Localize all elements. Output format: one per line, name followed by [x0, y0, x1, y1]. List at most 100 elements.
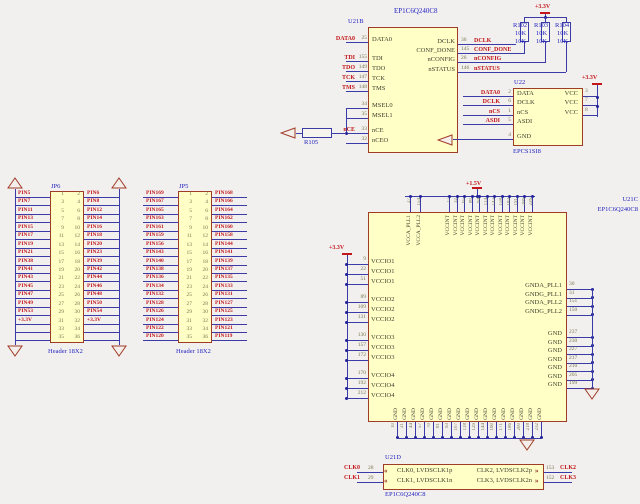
- wire: [545, 42, 546, 63]
- net-label: TDI: [344, 55, 355, 61]
- pin-number: 80: [469, 198, 474, 203]
- pin-number: 8: [196, 217, 208, 223]
- pin-number: 3: [585, 89, 588, 95]
- net-label: PIN140: [146, 259, 164, 265]
- net-label: PIN131: [215, 292, 233, 298]
- pin-stub: 158: [499, 196, 507, 212]
- wire: [296, 133, 302, 134]
- pin-number: 1: [508, 109, 511, 115]
- pin-name: GND: [548, 382, 562, 389]
- pin-number: 172: [358, 353, 366, 359]
- pin-name: VCCINT: [484, 215, 490, 235]
- wire: [347, 398, 368, 399]
- u21b-part-label: EP1C6Q240C8: [394, 8, 438, 15]
- net-label: PIN143: [146, 250, 164, 256]
- pin-name: GND: [538, 408, 544, 420]
- r105-ref-label: R105: [304, 140, 318, 147]
- pin-name: VCC: [565, 100, 578, 107]
- pin-number: 51: [361, 277, 367, 283]
- pin-name: GND: [430, 408, 436, 420]
- pin-name: GND: [412, 408, 418, 420]
- pin-name: GND: [548, 331, 562, 338]
- pin-number: 16: [196, 251, 208, 257]
- wire: [143, 340, 178, 341]
- pin-name: VCCINT: [461, 215, 467, 235]
- pin-name-col: VCCINT: [529, 215, 537, 263]
- schematic-sheet: EP1C6Q240C8 U21B DATA0 25 TDI 155 TDO 14…: [0, 0, 640, 504]
- net-label: PIN6: [87, 191, 99, 197]
- net-label: PIN48: [87, 292, 102, 298]
- pin-number: 70: [427, 423, 432, 428]
- pin-name: VCC: [565, 91, 578, 98]
- pin-number: 23: [180, 285, 192, 291]
- pin-number: 226: [529, 198, 534, 206]
- gnd-arrow-up: [111, 177, 127, 189]
- pin-name: VCCIO1: [371, 279, 394, 286]
- wire: [346, 143, 368, 144]
- pin-number: 30: [68, 310, 80, 316]
- wire: [346, 108, 368, 109]
- pin-number: 145: [461, 47, 469, 53]
- pin-number: 28: [68, 302, 80, 308]
- net-label: PIN159: [146, 233, 164, 239]
- pin-number: 2: [508, 90, 511, 96]
- pin-name: GND: [403, 408, 409, 420]
- net-label: PIN160: [215, 225, 233, 231]
- pin-name-col: GND: [537, 372, 546, 420]
- pin-number: 160: [490, 423, 495, 431]
- wire: [567, 315, 592, 316]
- pin-number: 227: [569, 347, 577, 353]
- r103-ref: R103: [534, 23, 548, 30]
- net-label: PIN53: [18, 309, 33, 315]
- pin-number: 81: [436, 423, 441, 428]
- wire: [84, 324, 119, 325]
- pin-number: 19: [180, 268, 192, 274]
- pin-number: 26: [196, 293, 208, 299]
- wire: [463, 105, 513, 106]
- header-row: +3.3V 31 32 +3.3V: [10, 318, 140, 326]
- pin-number: 13: [52, 243, 64, 249]
- net-label: PIN13: [18, 216, 33, 222]
- pin-name: GND: [466, 408, 472, 420]
- pin-number: 21: [400, 423, 405, 428]
- pin-name: VCCIO1: [371, 269, 394, 276]
- wire: [592, 289, 593, 388]
- pin-number: 13: [180, 243, 192, 249]
- pin-number: 6: [196, 209, 208, 215]
- jp6-ref-label: JP6: [51, 184, 60, 191]
- wire: [453, 139, 513, 140]
- pin-number: 1: [52, 192, 64, 198]
- pin-number: 15: [180, 251, 192, 257]
- pin-row: 4: [463, 133, 513, 142]
- pin-name: DCLK: [437, 39, 455, 46]
- pin-number: 33: [52, 327, 64, 333]
- net-label: PIN166: [215, 199, 233, 205]
- net-label: PIN11: [18, 208, 33, 214]
- pin-name: VCCIO2: [371, 307, 394, 314]
- net-label: PIN144: [215, 242, 233, 248]
- net-label: PIN8: [87, 199, 99, 205]
- pin-number: 237: [569, 330, 577, 336]
- pin-name: TMS: [372, 86, 385, 93]
- pin-number: 29: [52, 310, 64, 316]
- pin-number: 10: [391, 423, 396, 428]
- pin-name: VCCINT: [446, 215, 452, 235]
- pin-stub: 154: [415, 196, 425, 212]
- net-label: +3.3V: [87, 318, 101, 324]
- pin-number: 152: [546, 476, 554, 482]
- gnd-arrow-left: [280, 127, 296, 139]
- pin-row: 146 nSTATUS: [458, 67, 568, 76]
- net-label: PIN14: [87, 216, 102, 222]
- pin-number: 129: [472, 423, 477, 431]
- pin-number: 8: [585, 108, 588, 114]
- wire: [347, 360, 368, 361]
- pin-number: 200: [517, 423, 522, 431]
- pin-name: DATA: [517, 91, 534, 98]
- pin-row: 32: [346, 138, 368, 148]
- pin-number: 199: [569, 381, 577, 387]
- pin-row: nCS 1: [463, 109, 513, 118]
- junction-dot: [345, 283, 348, 286]
- wire: [346, 42, 368, 43]
- pin-stub: 114: [484, 196, 492, 212]
- net-label: PIN168: [215, 191, 233, 197]
